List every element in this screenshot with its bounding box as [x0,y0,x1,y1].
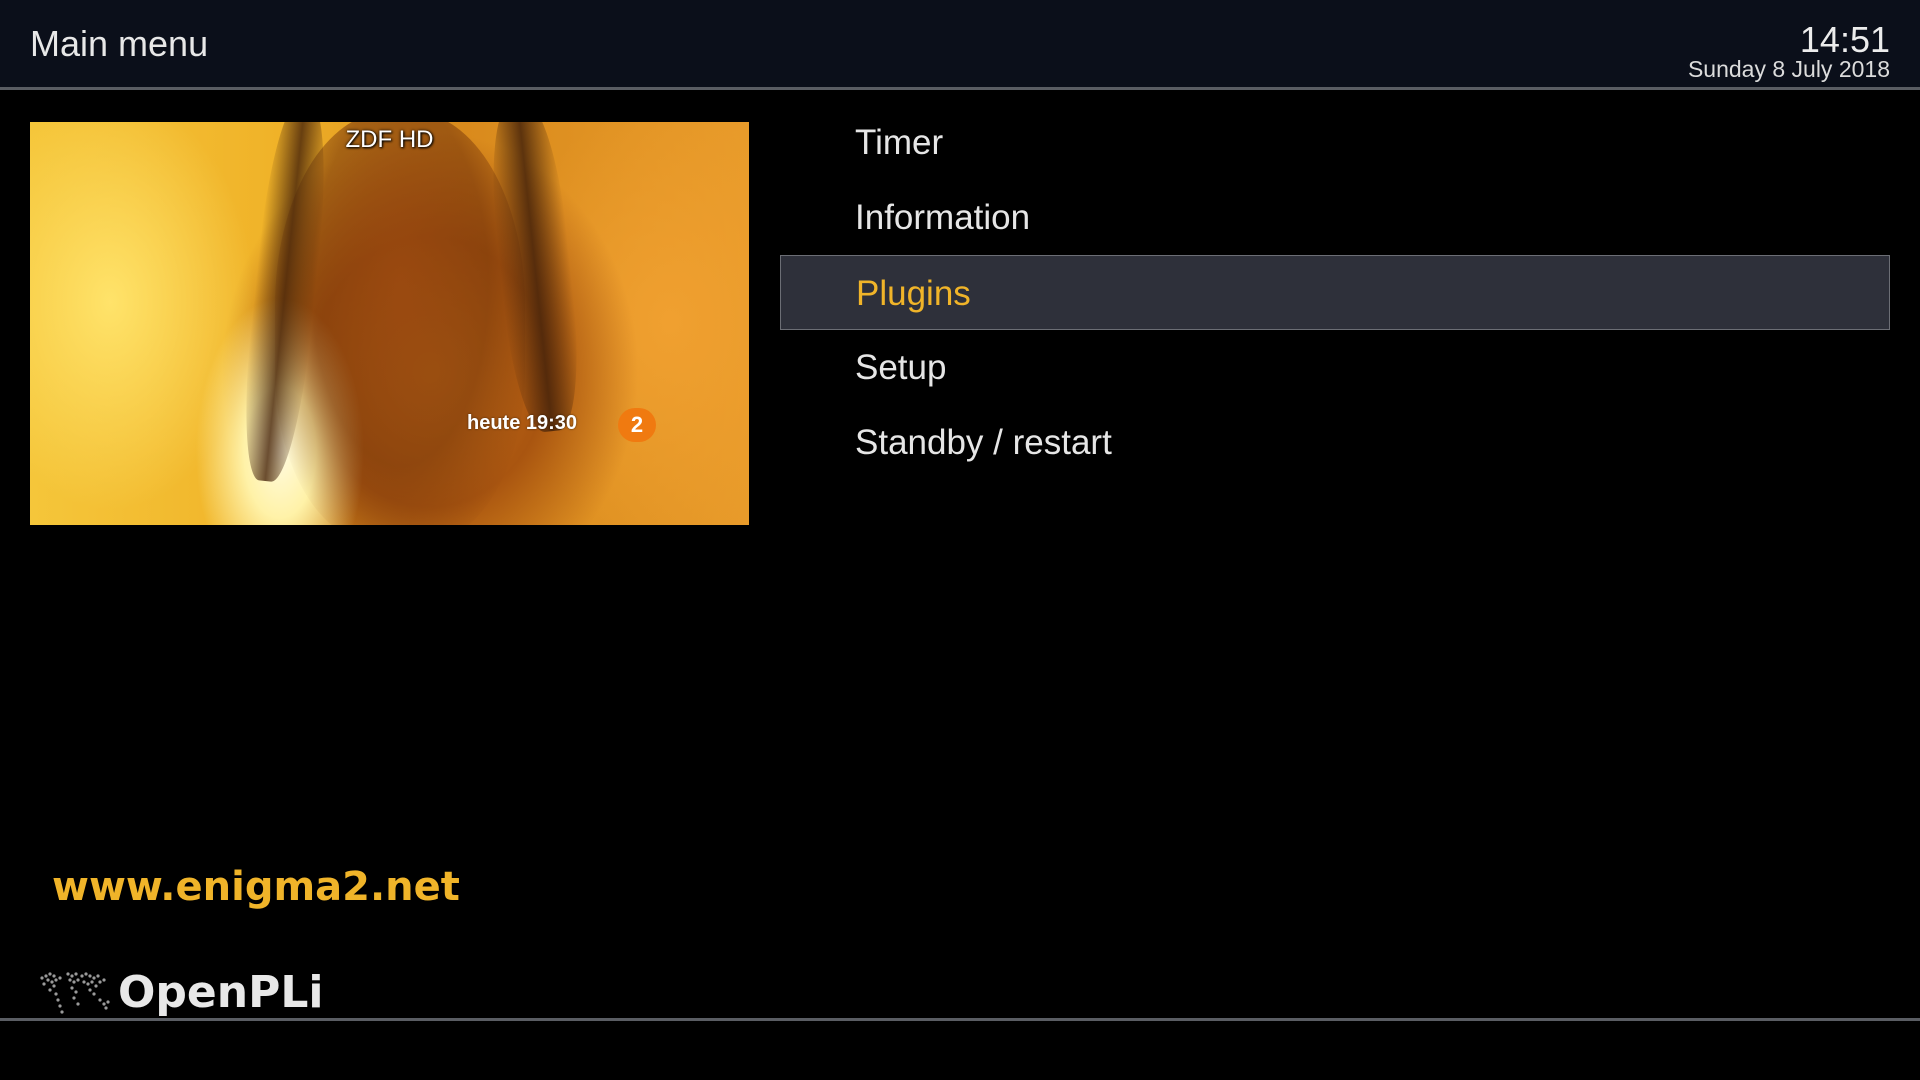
menu-item-plugins[interactable]: Plugins [780,255,1890,330]
menu-item-setup[interactable]: Setup [780,330,1890,405]
video-preview: ZDF HD heute 19:30 2 [30,122,749,525]
menu-item-standby-restart[interactable]: Standby / restart [780,405,1890,480]
website-link: www.enigma2.net [52,864,460,910]
page-title: Main menu [30,23,209,64]
brand-name: OpenPLi [118,966,324,1018]
channel-name: ZDF HD [345,126,434,153]
header-bar: Main menu 14:51 Sunday 8 July 2018 [0,0,1920,88]
menu-item-information[interactable]: Information [780,180,1890,255]
main-menu-screen: Main menu 14:51 Sunday 8 July 2018 ZDF H… [0,0,1920,1080]
footer-bar [0,1021,1920,1080]
date: Sunday 8 July 2018 [1687,56,1890,82]
clock: 14:51 [1799,19,1890,60]
world-map-icon [40,972,110,1014]
brand-logo: OpenPLi [34,964,323,1020]
channel-logo-icon: 2 [618,408,656,442]
header-divider [0,87,1920,90]
menu-item-timer[interactable]: Timer [780,105,1890,180]
broadcast-osd-text: heute 19:30 [467,412,578,434]
main-menu-list: Timer Information Plugins Setup Standby … [780,105,1890,480]
